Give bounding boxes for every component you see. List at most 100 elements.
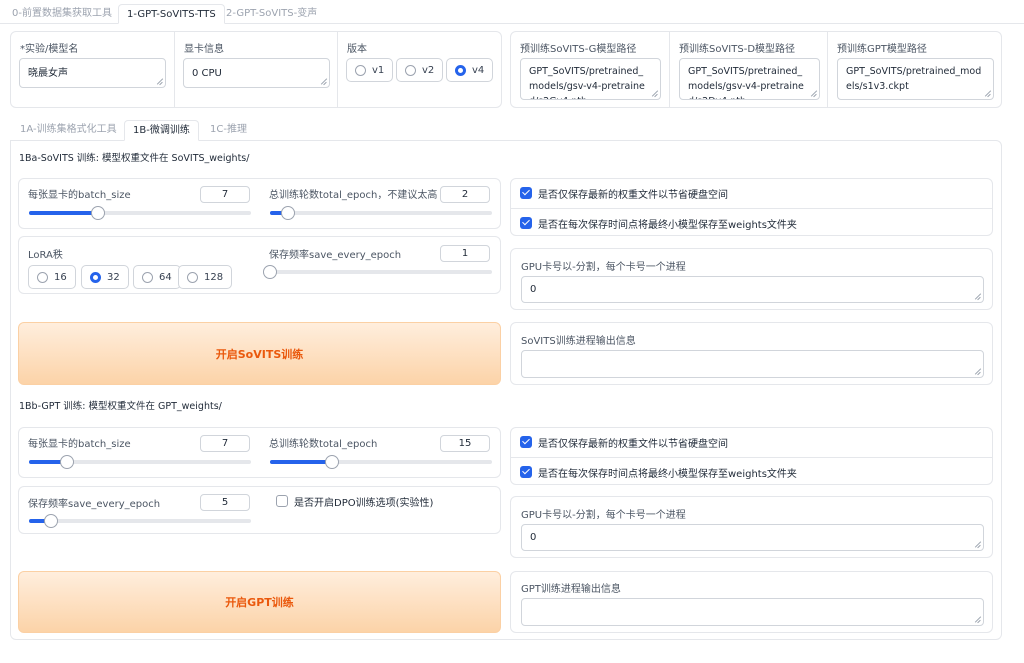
gpt-gpu-input[interactable]: 0: [521, 524, 984, 551]
lora-rank-option-64[interactable]: 64: [133, 265, 181, 289]
subtab-inference[interactable]: 1C-推理: [202, 120, 255, 141]
sovits-output-textarea[interactable]: [521, 350, 984, 378]
gpu-info-label: 显卡信息: [184, 40, 224, 55]
sovits-gpu-label: GPU卡号以-分割，每个卡号一个进程: [521, 258, 686, 273]
sovits-d-label: 预训练SoVITS-D模型路径: [679, 40, 795, 55]
version-label: 版本: [347, 40, 367, 55]
gpt-output-textarea[interactable]: [521, 598, 984, 626]
exp-name-input[interactable]: 晓晨女声: [19, 58, 166, 88]
sovits-save-latest-checkbox[interactable]: 是否仅保存最新的权重文件以节省硬盘空间: [511, 179, 992, 207]
slider-thumb[interactable]: [91, 206, 105, 220]
resize-grip-icon[interactable]: [975, 294, 981, 300]
resize-grip-icon[interactable]: [157, 79, 163, 85]
checkbox-checked-icon: [520, 436, 532, 448]
lora-rank-label: LoRA秩: [28, 246, 63, 261]
resize-grip-icon[interactable]: [975, 617, 981, 623]
sovits-save-every-weights-checkbox[interactable]: 是否在每次保存时间点将最终小模型保存至weights文件夹: [511, 209, 992, 237]
config-panel-right: 预训练SoVITS-G模型路径 GPT_SoVITS/pretrained_mo…: [510, 31, 1002, 108]
gpt-gpu-block: GPU卡号以-分割，每个卡号一个进程 0: [510, 496, 993, 558]
gpt-total-epoch-slider[interactable]: [270, 460, 492, 464]
tab-dataset-tools[interactable]: 0-前置数据集获取工具: [4, 4, 120, 24]
gpt-save-every-input[interactable]: 5: [200, 494, 250, 511]
gpt-save-every-label: 保存频率save_every_epoch: [28, 495, 160, 510]
slider-thumb[interactable]: [263, 265, 277, 279]
resize-grip-icon[interactable]: [975, 369, 981, 375]
gpt-slider-row-2: 保存频率save_every_epoch 5 是否开启DPO训练选项(实验性): [18, 486, 501, 534]
gpt-batch-size-slider[interactable]: [29, 460, 251, 464]
sovits-save-every-input[interactable]: 1: [440, 245, 490, 262]
gpt-slider-row-1: 每张显卡的batch_size 7 总训练轮数total_epoch 15: [18, 427, 501, 478]
slider-thumb[interactable]: [281, 206, 295, 220]
subtab-finetune[interactable]: 1B-微调训练: [124, 120, 199, 141]
radio-selected-icon: [455, 65, 466, 76]
lora-rank-option-32[interactable]: 32: [81, 265, 129, 289]
gpt-path-label: 预训练GPT模型路径: [837, 40, 927, 55]
radio-icon: [37, 272, 48, 283]
tab-gpt-sovits-voice-change[interactable]: 2-GPT-SoVITS-变声: [218, 4, 325, 24]
sovits-g-input[interactable]: GPT_SoVITS/pretrained_models/gsv-v4-pret…: [520, 58, 661, 100]
gpt-total-epoch-label: 总训练轮数total_epoch: [269, 435, 377, 450]
exp-name-value: 晓晨女声: [28, 68, 68, 79]
sovits-gpu-block: GPU卡号以-分割，每个卡号一个进程 0: [510, 248, 993, 310]
config-panel-left: *实验/模型名 晓晨女声 显卡信息 0 CPU 版本 v1 v2 v4: [10, 31, 502, 108]
sovits-total-epoch-slider[interactable]: [270, 211, 492, 215]
sovits-save-every-label: 保存频率save_every_epoch: [269, 246, 401, 261]
radio-icon: [355, 65, 366, 76]
tab-gpt-sovits-tts[interactable]: 1-GPT-SoVITS-TTS: [118, 4, 225, 24]
sovits-g-value: GPT_SoVITS/pretrained_models/gsv-v4-pret…: [529, 66, 645, 100]
slider-thumb[interactable]: [325, 455, 339, 469]
slider-thumb[interactable]: [44, 514, 58, 528]
gpu-info-value: 0 CPU: [192, 68, 222, 79]
radio-icon: [142, 272, 153, 283]
sovits-batch-size-input[interactable]: 7: [200, 186, 250, 203]
gpt-path-value: GPT_SoVITS/pretrained_models/s1v3.ckpt: [846, 66, 981, 92]
sovits-d-input[interactable]: GPT_SoVITS/pretrained_models/gsv-v4-pret…: [679, 58, 820, 100]
sovits-batch-size-label: 每张显卡的batch_size: [28, 186, 131, 201]
sovits-d-block: 预训练SoVITS-D模型路径 GPT_SoVITS/pretrained_mo…: [669, 32, 827, 107]
checkbox-unchecked-icon: [276, 495, 288, 507]
version-option-v4[interactable]: v4: [446, 58, 493, 82]
gpt-save-latest-checkbox[interactable]: 是否仅保存最新的权重文件以节省硬盘空间: [511, 428, 992, 456]
resize-grip-icon[interactable]: [975, 542, 981, 548]
gpt-batch-size-input[interactable]: 7: [200, 435, 250, 452]
radio-selected-icon: [90, 272, 101, 283]
gpt-gpu-value: 0: [530, 532, 536, 543]
checkbox-checked-icon: [520, 466, 532, 478]
resize-grip-icon[interactable]: [321, 79, 327, 85]
sovits-gpu-value: 0: [530, 284, 536, 295]
sovits-total-epoch-input[interactable]: 2: [440, 186, 490, 203]
resize-grip-icon[interactable]: [985, 91, 991, 97]
start-sovits-train-button[interactable]: 开启SoVITS训练: [18, 322, 501, 385]
slider-thumb[interactable]: [60, 455, 74, 469]
start-gpt-train-button[interactable]: 开启GPT训练: [18, 571, 501, 633]
subtab-dataset-format[interactable]: 1A-训练集格式化工具: [12, 120, 125, 141]
gpt-output-label: GPT训练进程输出信息: [521, 580, 621, 595]
sovits-batch-size-slider[interactable]: [29, 211, 251, 215]
resize-grip-icon[interactable]: [811, 91, 817, 97]
gpt-save-every-slider[interactable]: [29, 519, 251, 523]
sovits-checkbox-group: 是否仅保存最新的权重文件以节省硬盘空间 是否在每次保存时间点将最终小模型保存至w…: [510, 178, 993, 236]
resize-grip-icon[interactable]: [652, 91, 658, 97]
version-block: 版本 v1 v2 v4: [337, 32, 501, 107]
sovits-slider-row-2: LoRA秩 16 32 64 128 保存频率save_every_epoch …: [18, 236, 501, 294]
dpo-checkbox[interactable]: 是否开启DPO训练选项(实验性): [267, 487, 497, 515]
lora-rank-option-16[interactable]: 16: [28, 265, 76, 289]
radio-icon: [405, 65, 416, 76]
sovits-d-value: GPT_SoVITS/pretrained_models/gsv-v4-pret…: [688, 66, 804, 100]
sovits-save-every-slider[interactable]: [270, 270, 492, 274]
gpt-total-epoch-input[interactable]: 15: [440, 435, 490, 452]
gpt-output-block: GPT训练进程输出信息: [510, 571, 993, 633]
gpt-path-input[interactable]: GPT_SoVITS/pretrained_models/s1v3.ckpt: [837, 58, 994, 100]
gpt-path-block: 预训练GPT模型路径 GPT_SoVITS/pretrained_models/…: [827, 32, 1001, 107]
sovits-gpu-input[interactable]: 0: [521, 276, 984, 303]
checkbox-checked-icon: [520, 187, 532, 199]
version-option-v2[interactable]: v2: [396, 58, 443, 82]
sovits-output-label: SoVITS训练进程输出信息: [521, 332, 636, 347]
sovits-g-block: 预训练SoVITS-G模型路径 GPT_SoVITS/pretrained_mo…: [511, 32, 669, 107]
gpt-checkbox-group: 是否仅保存最新的权重文件以节省硬盘空间 是否在每次保存时间点将最终小模型保存至w…: [510, 427, 993, 485]
gpt-save-every-weights-checkbox[interactable]: 是否在每次保存时间点将最终小模型保存至weights文件夹: [511, 458, 992, 486]
gpu-info-input[interactable]: 0 CPU: [183, 58, 330, 88]
top-tab-bar: 0-前置数据集获取工具 1-GPT-SoVITS-TTS 2-GPT-SoVIT…: [0, 4, 1024, 24]
lora-rank-option-128[interactable]: 128: [178, 265, 232, 289]
version-option-v1[interactable]: v1: [346, 58, 393, 82]
